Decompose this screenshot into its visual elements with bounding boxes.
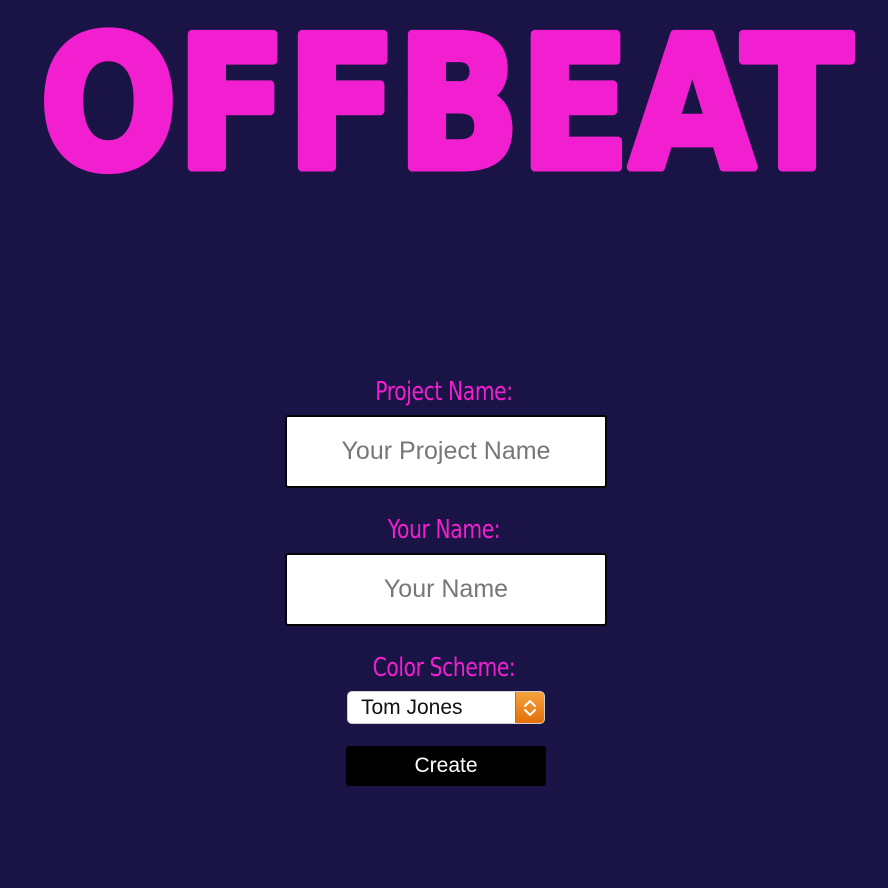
logo: OFFBEAT bbox=[0, 0, 888, 200]
create-button[interactable]: Create bbox=[346, 746, 546, 786]
your-name-input[interactable] bbox=[285, 553, 607, 626]
color-scheme-selected-value: Tom Jones bbox=[361, 696, 463, 719]
your-name-label: Your Name: bbox=[387, 515, 501, 545]
chevron-up-down-icon[interactable] bbox=[515, 692, 544, 723]
project-name-label: Project Name: bbox=[375, 377, 513, 407]
project-name-input[interactable] bbox=[285, 415, 607, 488]
logo-text: OFFBEAT bbox=[40, 0, 852, 200]
color-scheme-label: Color Scheme: bbox=[372, 653, 516, 683]
color-scheme-select[interactable]: Tom Jones bbox=[347, 691, 545, 724]
page: OFFBEAT Project Name: Your Name: Color S… bbox=[0, 0, 888, 888]
